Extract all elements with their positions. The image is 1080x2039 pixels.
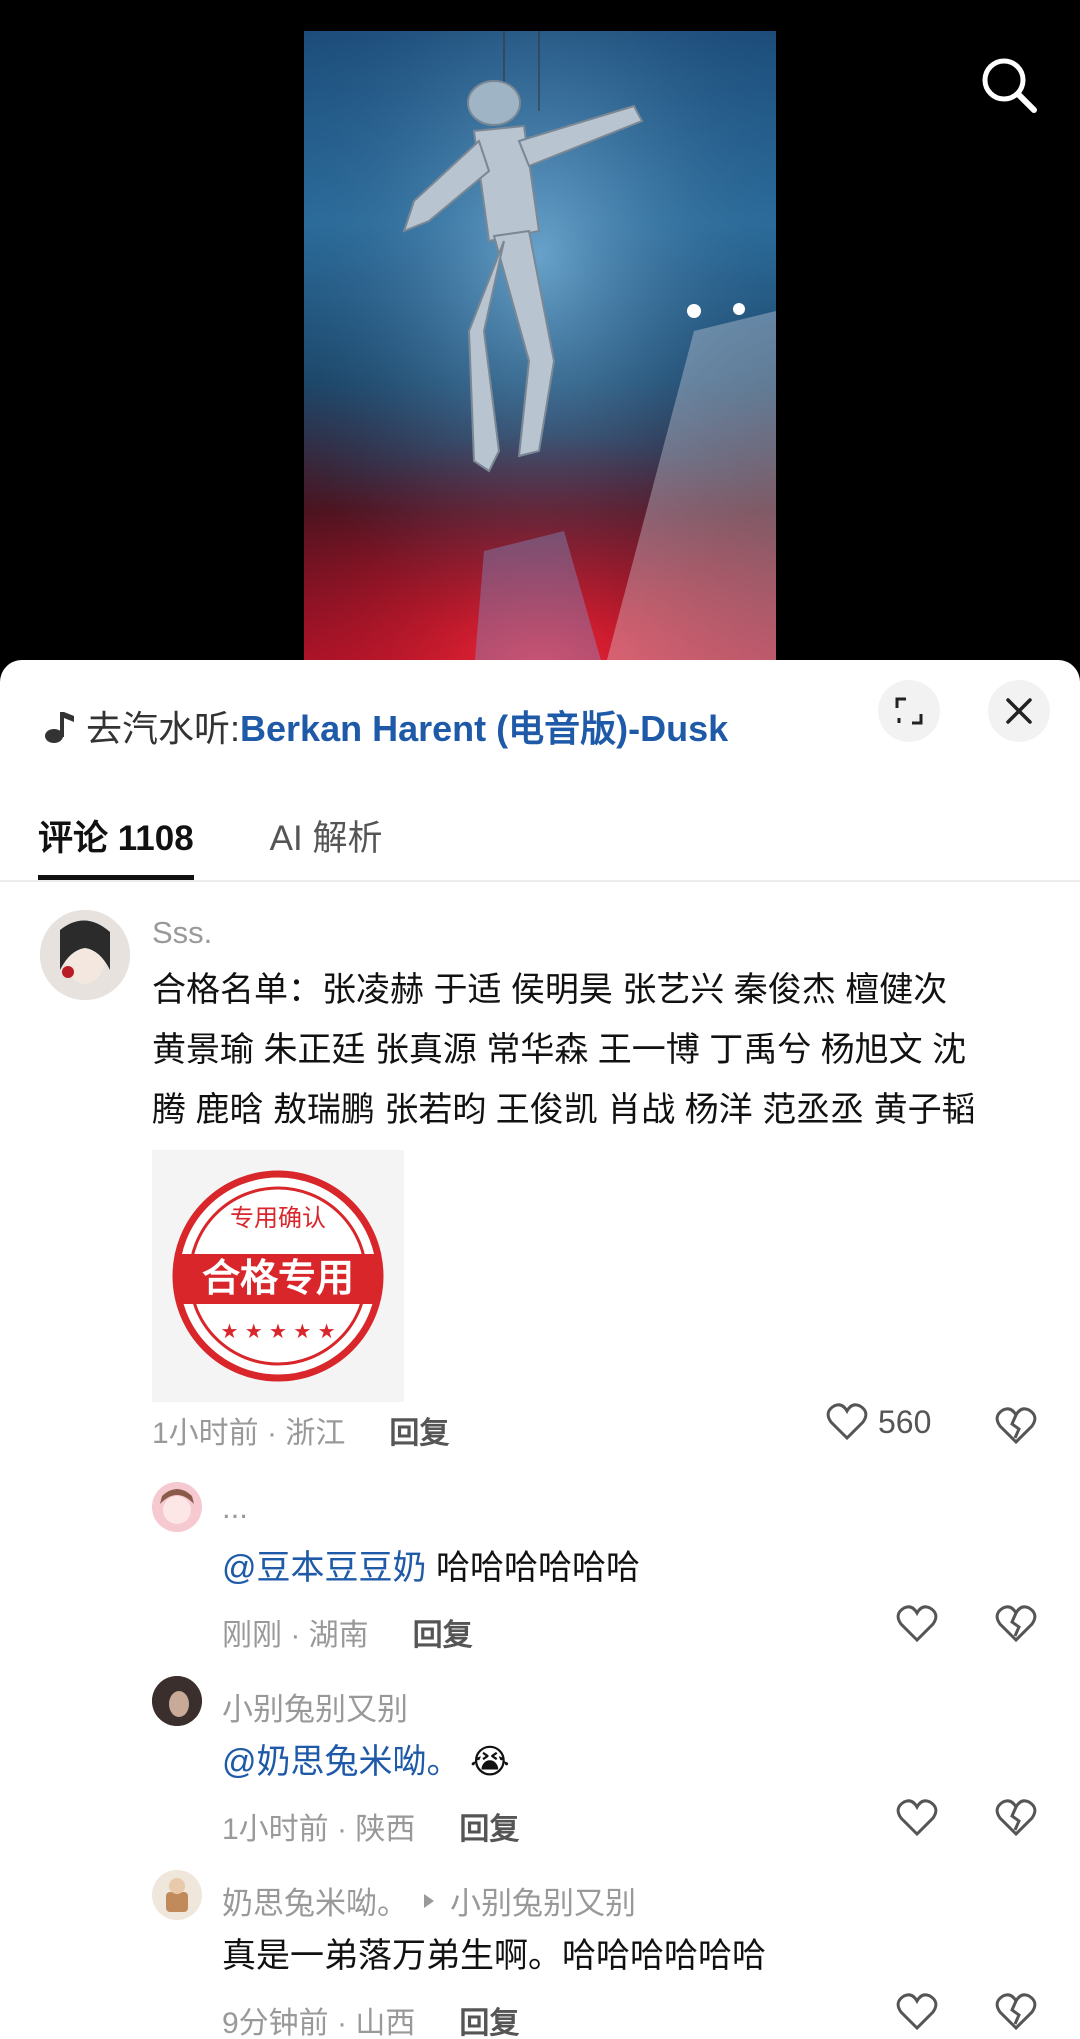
reply-username-row: 奶思兔米呦。 小别兔别又别 — [222, 1878, 636, 1923]
tab-comments[interactable]: 评论 1108 — [38, 800, 194, 880]
reply-time-location: 9分钟前 · 山西 — [222, 2007, 416, 2039]
heart-icon — [896, 1993, 938, 2031]
music-note-icon — [45, 712, 74, 743]
reply-meta: 1小时前 · 陕西 回复 — [222, 1804, 519, 1848]
tab-ai-analysis[interactable]: AI 解析 — [270, 800, 383, 880]
close-button[interactable] — [988, 680, 1050, 742]
broken-heart-icon — [995, 1407, 1037, 1445]
avatar-image — [152, 1870, 202, 1920]
mention-link[interactable]: @奶思兔米呦。 — [222, 1743, 461, 1781]
avatar-image — [152, 1676, 202, 1726]
music-link[interactable]: 去汽水听: Berkan Harent (电音版)-Dusk — [42, 696, 728, 756]
heart-icon — [896, 1799, 938, 1837]
close-icon — [1006, 698, 1032, 724]
reply-username[interactable]: ... — [222, 1490, 248, 1526]
reply-time-location: 1小时前 · 陕西 — [222, 1813, 416, 1846]
expand-icon — [895, 697, 923, 725]
expand-button[interactable] — [878, 680, 940, 742]
performer-image — [304, 31, 776, 671]
comment-body: 合格名单：张凌赫 于适 侯明昊 张艺兴 秦俊杰 檀健次 黄景瑜 朱正廷 张真源 … — [152, 960, 1052, 1140]
broken-heart-icon — [995, 1799, 1037, 1837]
reply-arrow-icon — [424, 1893, 434, 1908]
dislike-button[interactable] — [994, 1602, 1038, 1646]
comment-sheet: 去汽水听: Berkan Harent (电音版)-Dusk 评论 1108 A… — [0, 660, 1080, 2039]
reply-meta: 9分钟前 · 山西 回复 — [222, 1998, 519, 2039]
search-icon — [982, 58, 1037, 113]
comment-image[interactable]: 专用确认 合格专用 ★ ★ ★ ★ ★ — [152, 1150, 404, 1402]
heart-icon — [896, 1605, 938, 1643]
music-prefix: 去汽水听: — [86, 708, 241, 749]
dislike-button[interactable] — [994, 1404, 1038, 1448]
avatar[interactable] — [152, 1676, 202, 1726]
reply-button[interactable]: 回复 — [459, 1998, 519, 2039]
like-button[interactable]: 560 — [826, 1402, 931, 1442]
reply-username[interactable]: 奶思兔米呦。 — [222, 1878, 408, 1923]
search-button[interactable] — [976, 52, 1042, 118]
stamp-top-text: 专用确认 — [230, 1204, 326, 1232]
broken-heart-icon — [995, 1605, 1037, 1643]
avatar[interactable] — [152, 1870, 202, 1920]
crying-emoji-icon: 😭 — [469, 1743, 510, 1781]
comment-meta: 1小时前 · 浙江 回复 — [152, 1408, 449, 1452]
video-frame[interactable] — [304, 31, 776, 671]
reply-meta: 刚刚 · 湖南 回复 — [222, 1610, 473, 1654]
like-button[interactable] — [896, 1992, 938, 2032]
like-button[interactable] — [896, 1798, 938, 1838]
reply-button[interactable]: 回复 — [413, 1610, 473, 1654]
reply-body: @豆本豆豆奶 哈哈哈哈哈哈 — [222, 1538, 640, 1598]
stamp-image: 专用确认 合格专用 ★ ★ ★ ★ ★ — [172, 1170, 384, 1382]
reply-body: @奶思兔米呦。 😭 — [222, 1732, 510, 1792]
avatar-image — [160, 1489, 194, 1524]
reply-text: 哈哈哈哈哈哈 — [426, 1549, 640, 1587]
reply-time-location: 刚刚 · 湖南 — [222, 1619, 369, 1652]
heart-icon — [826, 1403, 868, 1441]
reply-to-username[interactable]: 小别兔别又别 — [450, 1878, 636, 1923]
comment-line: 合格名单：张凌赫 于适 侯明昊 张艺兴 秦俊杰 檀健次 — [152, 971, 948, 1009]
reply-button[interactable]: 回复 — [459, 1804, 519, 1848]
dislike-button[interactable] — [994, 1796, 1038, 1840]
like-button[interactable] — [896, 1604, 938, 1644]
broken-heart-icon — [995, 1993, 1037, 2031]
avatar[interactable] — [40, 910, 130, 1000]
music-title[interactable]: Berkan Harent (电音版)-Dusk — [240, 700, 728, 752]
dislike-button[interactable] — [994, 1990, 1038, 2034]
reply-username[interactable]: 小别兔别又别 — [222, 1684, 408, 1729]
reply-body: 真是一弟落万弟生啊。哈哈哈哈哈哈 — [222, 1926, 766, 1986]
comment-line: 腾 鹿晗 敖瑞鹏 张若昀 王俊凯 肖战 杨洋 范丞丞 黄子韬 — [152, 1091, 976, 1129]
comment-tabs: 评论 1108 AI 解析 — [38, 800, 458, 880]
comment-time-location: 1小时前 · 浙江 — [152, 1417, 346, 1450]
comment-username[interactable]: Sss. — [152, 915, 212, 951]
video-player[interactable] — [0, 0, 1080, 680]
stamp-main-text: 合格专用 — [202, 1256, 354, 1300]
avatar[interactable] — [152, 1482, 202, 1532]
mention-link[interactable]: @豆本豆豆奶 — [222, 1549, 427, 1587]
comment-line: 黄景瑜 朱正廷 张真源 常华森 王一博 丁禹兮 杨旭文 沈 — [152, 1031, 967, 1069]
reply-button[interactable]: 回复 — [389, 1408, 449, 1452]
tabs-divider — [0, 880, 1080, 882]
avatar-image — [40, 910, 130, 1000]
reply-text: 真是一弟落万弟生啊。哈哈哈哈哈哈 — [222, 1937, 766, 1975]
stamp-stars: ★ ★ ★ ★ ★ — [220, 1319, 335, 1343]
like-count: 560 — [878, 1403, 932, 1440]
